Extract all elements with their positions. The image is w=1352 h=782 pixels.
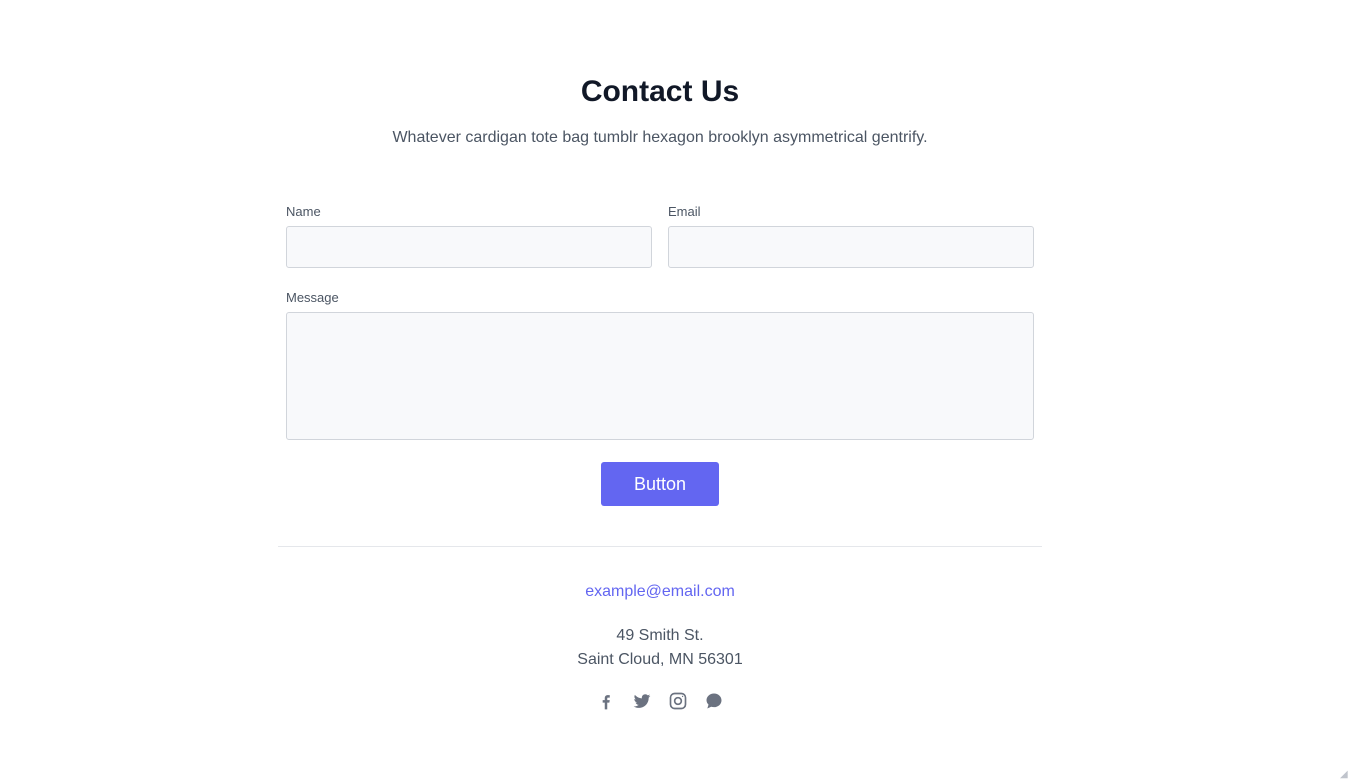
contact-page: Contact Us Whatever cardigan tote bag tu… [0,0,1352,782]
message-field[interactable] [286,312,1034,440]
social-links [596,690,724,712]
name-field[interactable] [286,226,652,268]
message-label: Message [286,290,339,305]
chat-icon[interactable] [704,691,724,711]
page-subtitle: Whatever cardigan tote bag tumblr hexago… [392,129,928,146]
twitter-icon[interactable] [632,691,652,711]
page-title: Contact Us [580,75,740,108]
contact-email-link[interactable]: example@email.com [0,581,1320,603]
contact-address: 49 Smith St. Saint Cloud, MN 56301 [0,624,1320,672]
footer-divider [278,546,1042,547]
name-label: Name [286,204,321,219]
resize-grip-icon: ◢ [1340,769,1348,780]
instagram-icon[interactable] [668,691,688,711]
address-line-2: Saint Cloud, MN 56301 [577,651,743,668]
email-field[interactable] [668,226,1034,268]
address-line-1: 49 Smith St. [616,627,704,644]
submit-button[interactable]: Button [601,462,719,506]
facebook-icon[interactable] [596,691,616,711]
email-label: Email [668,204,701,219]
